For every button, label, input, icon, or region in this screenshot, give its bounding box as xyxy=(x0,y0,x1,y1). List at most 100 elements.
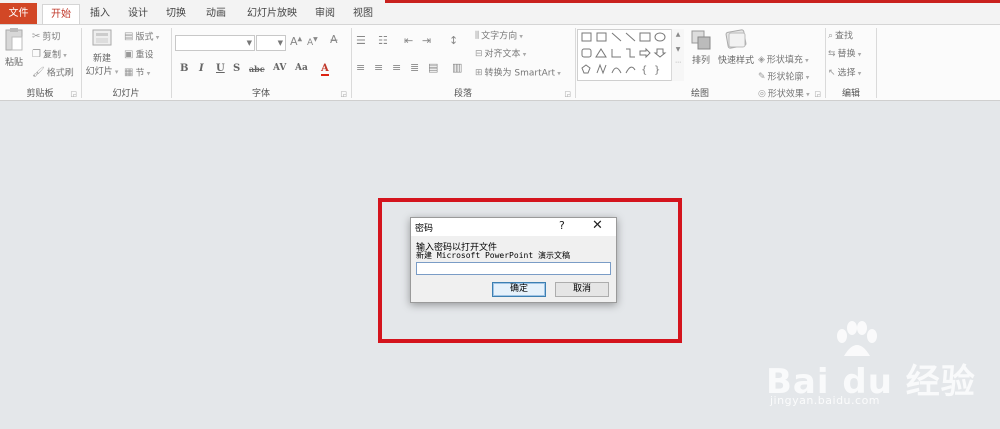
clear-formatting-icon[interactable]: A̶ xyxy=(330,33,338,46)
bold-icon[interactable]: B xyxy=(180,63,188,74)
numbering-icon[interactable]: ☷ xyxy=(378,34,388,47)
find-button[interactable]: ⌕ 查找 xyxy=(828,28,853,44)
more-icon[interactable]: ⋯ xyxy=(672,59,684,66)
font-color-icon[interactable]: A xyxy=(321,63,329,76)
format-painter-label: 格式刷 xyxy=(46,68,74,79)
tab-insert[interactable]: 插入 xyxy=(84,4,116,24)
cut-button[interactable]: ✂ 剪切 xyxy=(32,29,60,45)
help-icon[interactable]: ? xyxy=(559,219,565,232)
convert-smartart-button[interactable]: ⊞ 转换为 SmartArt ▾ xyxy=(475,65,561,81)
svg-text:}: } xyxy=(654,65,660,76)
layout-label: 版式 xyxy=(135,32,154,43)
clipboard-group: 粘贴 ✂ 剪切 ❐ 复制 ▾ 🖌 格式刷 剪贴板 ◲ xyxy=(0,25,80,101)
quick-styles-button[interactable]: 快速样式 xyxy=(716,27,756,66)
reset-button[interactable]: ▣ 重设 xyxy=(124,47,153,63)
arrange-button[interactable]: 排列 xyxy=(688,29,714,66)
font-group: ▼ ▼ A▲ A▼ A̶ B I U S abc AV Aa A 字体 ◲ xyxy=(172,25,350,101)
paste-button[interactable]: 粘贴 xyxy=(2,27,26,68)
columns-icon[interactable]: ▥ xyxy=(452,61,462,74)
shapes-gallery-icons: { } xyxy=(581,32,667,76)
shape-effects-label: 形状效果 xyxy=(767,89,804,100)
chevron-down-icon[interactable]: ▼ xyxy=(672,46,684,53)
shape-fill-button[interactable]: ◈ 形状填充 ▾ xyxy=(758,52,809,68)
password-input[interactable] xyxy=(416,262,611,275)
change-case-icon[interactable]: Aa xyxy=(295,63,308,73)
drawing-launcher-icon[interactable]: ◲ xyxy=(814,90,821,98)
align-right-icon[interactable]: ≡ xyxy=(392,61,401,74)
font-size-combo[interactable]: ▼ xyxy=(256,35,286,51)
strikethrough-icon[interactable]: abc xyxy=(249,64,265,74)
bullets-icon[interactable]: ☰ xyxy=(356,34,366,47)
section-button[interactable]: ▦ 节 ▾ xyxy=(124,65,150,81)
align-center-icon[interactable]: ≡ xyxy=(374,61,383,74)
format-painter-icon: 🖌 xyxy=(32,67,45,78)
shapes-gallery[interactable]: { } xyxy=(577,29,684,81)
reset-icon: ▣ xyxy=(124,49,134,60)
text-direction-button[interactable]: ⫼ 文字方向 ▾ xyxy=(475,28,523,44)
editing-group-label: 编辑 xyxy=(841,89,860,99)
grow-font-icon[interactable]: A▲ xyxy=(290,35,302,48)
paragraph-group: ☰ ☷ ⇤ ⇥ ↕ ⫼ 文字方向 ▾ ⊟ 对齐文本 ▾ ⊞ 转换为 SmartArt … xyxy=(352,25,574,101)
align-text-button[interactable]: ⊟ 对齐文本 ▾ xyxy=(475,46,526,62)
dialog-titlebar[interactable]: 密码 ? ✕ xyxy=(411,218,616,236)
ribbon-tab-bar: 文件 开始 插入 设计 切换 动画 幻灯片放映 审阅 视图 xyxy=(0,0,1000,24)
tab-transitions[interactable]: 切换 xyxy=(160,4,192,24)
convert-smartart-label: 转换为 SmartArt xyxy=(484,68,556,79)
section-icon: ▦ xyxy=(124,67,134,78)
new-slide-button[interactable]: 新建 幻灯片 ▾ xyxy=(84,27,120,77)
tab-design[interactable]: 设计 xyxy=(122,4,154,24)
tab-review[interactable]: 审阅 xyxy=(309,4,341,24)
line-spacing-icon[interactable]: ↕ xyxy=(449,34,458,47)
arrange-icon xyxy=(691,30,711,50)
group-divider xyxy=(876,28,877,98)
close-icon[interactable]: ✕ xyxy=(592,218,603,233)
tab-slide-show[interactable]: 幻灯片放映 xyxy=(242,4,302,24)
tab-animations[interactable]: 动画 xyxy=(199,4,233,24)
layout-button[interactable]: ▤ 版式 ▾ xyxy=(124,29,159,45)
ok-button[interactable]: 确定 xyxy=(492,282,546,297)
tab-file[interactable]: 文件 xyxy=(0,3,37,24)
format-painter-button[interactable]: 🖌 格式刷 xyxy=(32,65,74,81)
paragraph-launcher-icon[interactable]: ◲ xyxy=(564,90,571,98)
search-icon: ⌕ xyxy=(828,31,834,41)
copy-button[interactable]: ❐ 复制 ▾ xyxy=(32,47,67,63)
align-text-label: 对齐文本 xyxy=(484,49,521,60)
character-spacing-icon[interactable]: AV xyxy=(273,63,286,73)
smartart-icon: ⊞ xyxy=(475,68,483,78)
quick-styles-label: 快速样式 xyxy=(717,56,754,66)
text-direction-label: 文字方向 xyxy=(481,31,518,42)
new-slide-icon xyxy=(92,29,112,46)
cancel-button[interactable]: 取消 xyxy=(555,282,609,297)
baidu-watermark: Bai du 经验 jingyan.baidu.com xyxy=(760,320,975,410)
shrink-font-icon[interactable]: A▼ xyxy=(307,36,318,48)
slides-group-label: 幻灯片 xyxy=(112,89,140,99)
replace-button[interactable]: ⇆ 替换 ▾ xyxy=(828,46,861,62)
arrange-label: 排列 xyxy=(691,56,710,66)
font-group-label: 字体 xyxy=(251,89,270,99)
shape-effects-button[interactable]: ◎ 形状效果 ▾ xyxy=(758,86,810,102)
tab-view[interactable]: 视图 xyxy=(347,4,379,24)
italic-icon[interactable]: I xyxy=(199,63,204,74)
shadow-icon[interactable]: S xyxy=(233,63,240,74)
font-name-combo[interactable]: ▼ xyxy=(175,35,255,51)
gallery-scrollbar[interactable]: ▲ ▼ ⋯ xyxy=(671,29,684,81)
increase-indent-icon[interactable]: ⇥ xyxy=(422,34,431,47)
select-button[interactable]: ↖ 选择 ▾ xyxy=(828,65,861,81)
reset-label: 重设 xyxy=(135,50,154,61)
chevron-up-icon[interactable]: ▲ xyxy=(672,31,684,38)
distributed-icon[interactable]: ▤ xyxy=(428,61,438,74)
justify-icon[interactable]: ≣ xyxy=(410,61,419,74)
decrease-indent-icon[interactable]: ⇤ xyxy=(404,34,413,47)
paint-bucket-icon: ◈ xyxy=(758,55,765,65)
layout-icon: ▤ xyxy=(124,31,134,42)
shape-outline-button[interactable]: ✎ 形状轮廓 ▾ xyxy=(758,69,809,85)
shape-outline-label: 形状轮廓 xyxy=(767,72,804,83)
ribbon: 粘贴 ✂ 剪切 ❐ 复制 ▾ 🖌 格式刷 剪贴板 ◲ 新建 幻灯片 ▾ ▤ 版式 ▾ xyxy=(0,24,1000,101)
clipboard-launcher-icon[interactable]: ◲ xyxy=(70,90,77,98)
align-left-icon[interactable]: ≡ xyxy=(356,61,365,74)
title-accent-line xyxy=(385,0,1000,3)
copy-icon: ❐ xyxy=(32,49,41,60)
tab-home[interactable]: 开始 xyxy=(42,4,80,24)
font-launcher-icon[interactable]: ◲ xyxy=(340,90,347,98)
underline-icon[interactable]: U xyxy=(216,63,225,74)
